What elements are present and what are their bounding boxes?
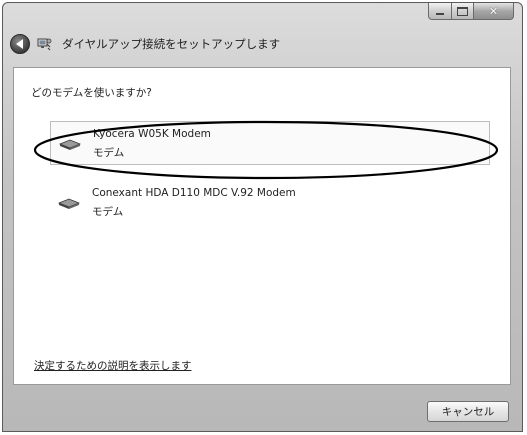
window-title: ダイヤルアップ接続をセットアップします [62, 37, 281, 51]
modem-name: Kyocera W05K Modem [93, 128, 211, 140]
minimize-icon [436, 13, 444, 15]
maximize-button[interactable] [452, 3, 474, 20]
back-arrow-icon [15, 39, 23, 49]
modem-name: Conexant HDA D110 MDC V.92 Modem [92, 187, 296, 199]
content-panel: どのモデムを使いますか? Kyocera W05K Modem モデム Cone… [13, 67, 511, 385]
help-link[interactable]: 決定するための説明を表示します [34, 358, 192, 373]
modem-type: モデム [92, 206, 124, 218]
dialup-network-icon [37, 38, 52, 51]
cancel-button[interactable]: キャンセル [427, 401, 509, 422]
modem-question: どのモデムを使いますか? [31, 87, 152, 99]
window-controls: ✕ [428, 3, 514, 20]
minimize-button[interactable] [428, 3, 452, 20]
modem-type: モデム [93, 147, 125, 159]
modem-option-conexant[interactable]: Conexant HDA D110 MDC V.92 Modem モデム [50, 181, 490, 225]
back-button[interactable] [10, 34, 30, 54]
modem-icon [59, 139, 81, 150]
maximize-icon [457, 6, 468, 16]
modem-icon [58, 198, 80, 209]
close-button[interactable]: ✕ [474, 3, 514, 20]
close-icon: ✕ [488, 4, 499, 18]
modem-option-kyocera[interactable]: Kyocera W05K Modem モデム [50, 121, 490, 165]
